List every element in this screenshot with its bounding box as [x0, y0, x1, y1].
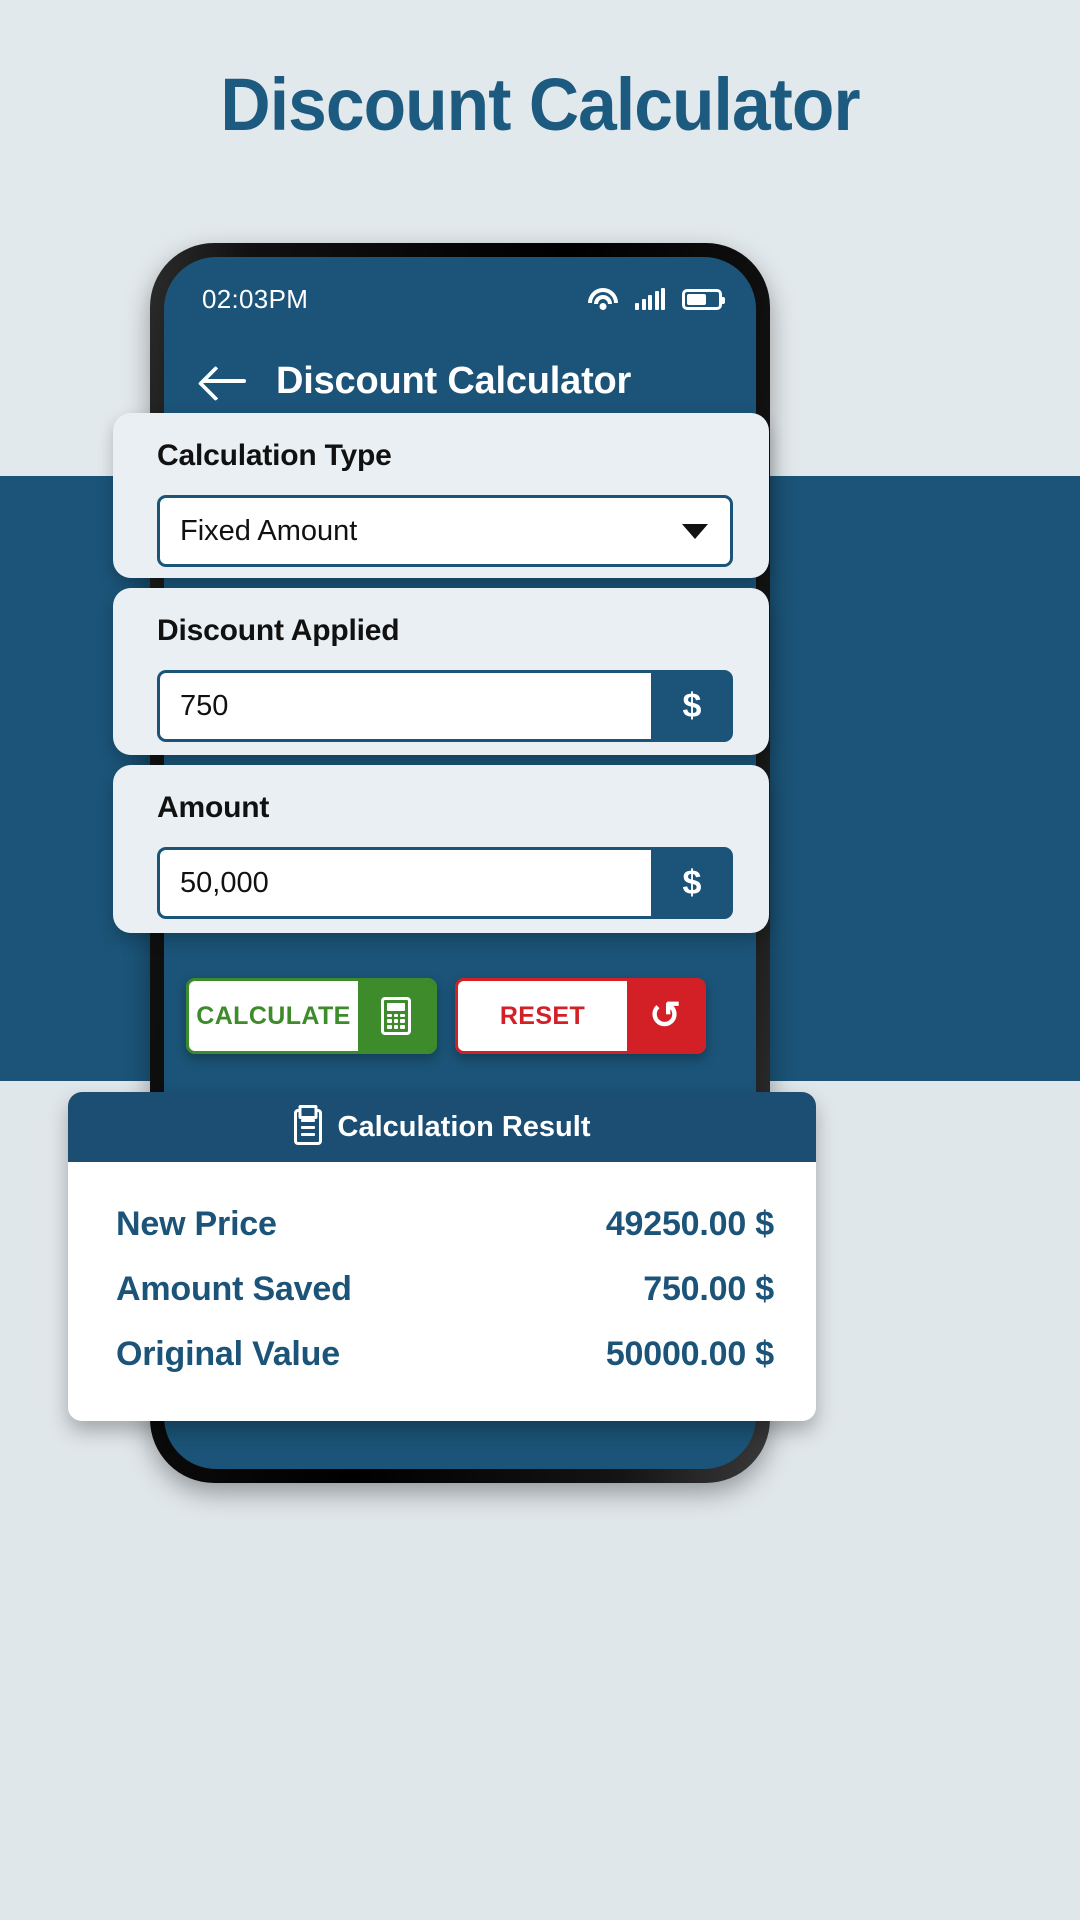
reset-glyph: ↺: [649, 995, 681, 1037]
chevron-down-icon: [682, 523, 708, 539]
discount-applied-unit-button[interactable]: $: [651, 670, 733, 742]
clipboard-check-icon: [293, 1109, 322, 1145]
amount-field-row: 50,000 $: [157, 847, 733, 919]
reset-button[interactable]: RESET ↺: [455, 978, 706, 1054]
calculation-type-label: Calculation Type: [157, 439, 392, 472]
calculate-button[interactable]: CALCULATE: [186, 978, 437, 1054]
result-key: Original Value: [116, 1335, 340, 1373]
amount-unit-button[interactable]: $: [651, 847, 733, 919]
amount-label: Amount: [157, 791, 270, 824]
status-icons: [588, 288, 725, 310]
action-buttons: CALCULATE RESET ↺: [186, 978, 706, 1054]
amount-card: Amount 50,000 $: [113, 765, 769, 933]
calculation-type-card: Calculation Type Fixed Amount: [113, 413, 769, 578]
battery-icon: [682, 288, 725, 310]
calculation-type-field-row: Fixed Amount: [157, 495, 733, 567]
table-row: Amount Saved 750.00 $: [116, 1257, 774, 1322]
app-bar-title: Discount Calculator: [276, 359, 632, 402]
discount-applied-field-row: 750 $: [157, 670, 733, 742]
calculation-result-title: Calculation Result: [337, 1110, 591, 1143]
result-key: New Price: [116, 1205, 277, 1243]
discount-applied-value: 750: [180, 689, 229, 722]
reset-button-label: RESET: [458, 981, 627, 1051]
discount-applied-input[interactable]: 750: [157, 670, 651, 742]
status-bar: 02:03PM: [164, 257, 756, 329]
status-time: 02:03PM: [202, 283, 309, 314]
result-value: 50000.00 $: [605, 1335, 774, 1373]
reset-icon: ↺: [627, 981, 703, 1051]
wifi-icon: [588, 288, 618, 310]
calculator-icon: [358, 981, 434, 1051]
table-row: New Price 49250.00 $: [116, 1192, 774, 1257]
signal-bars-icon: [635, 288, 665, 310]
calculation-result-body: New Price 49250.00 $ Amount Saved 750.00…: [68, 1162, 816, 1421]
result-key: Amount Saved: [116, 1270, 352, 1308]
arrow-left-icon[interactable]: [202, 366, 246, 396]
result-value: 49250.00 $: [605, 1205, 774, 1243]
calculation-type-select[interactable]: Fixed Amount: [157, 495, 733, 567]
calculation-result-header: Calculation Result: [68, 1092, 816, 1162]
page-title: Discount Calculator: [220, 63, 860, 146]
calculation-type-value: Fixed Amount: [180, 514, 358, 547]
amount-value: 50,000: [180, 866, 269, 899]
amount-input[interactable]: 50,000: [157, 847, 651, 919]
discount-applied-label: Discount Applied: [157, 614, 400, 647]
calculate-button-label: CALCULATE: [189, 981, 358, 1051]
discount-applied-card: Discount Applied 750 $: [113, 588, 769, 755]
table-row: Original Value 50000.00 $: [116, 1322, 774, 1387]
result-value: 750.00 $: [643, 1270, 774, 1308]
calculation-result-card: Calculation Result New Price 49250.00 $ …: [68, 1092, 816, 1421]
